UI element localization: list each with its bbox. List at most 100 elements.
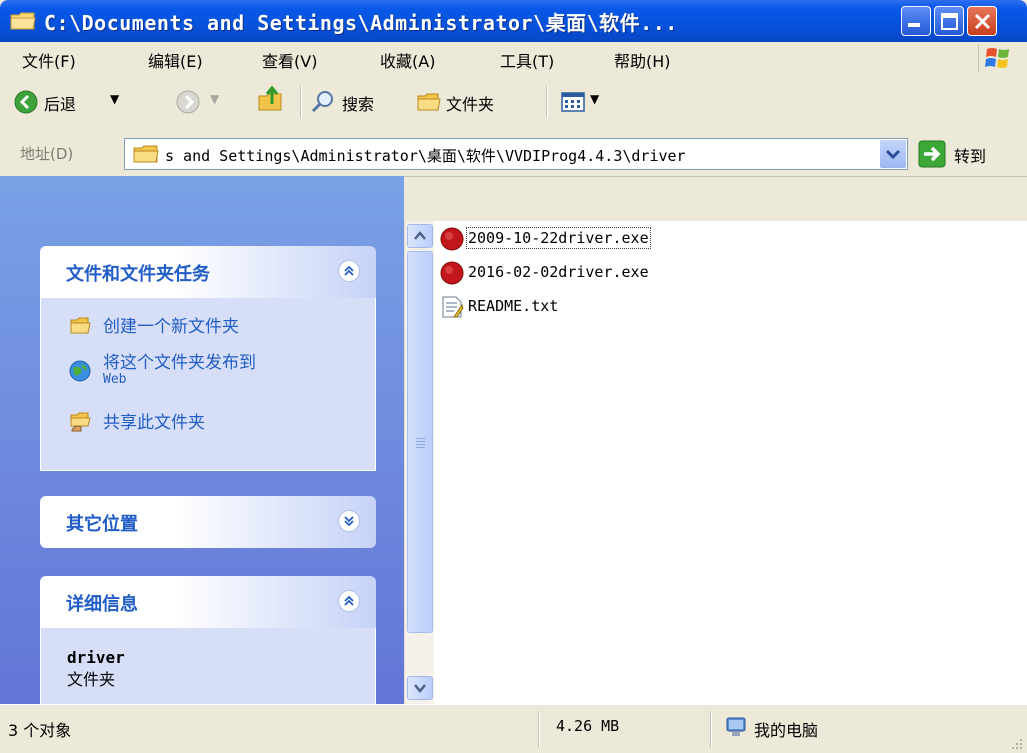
folder-icon xyxy=(133,145,159,163)
back-dropdown-icon[interactable]: ▼ xyxy=(110,92,119,106)
windows-flag-icon xyxy=(985,48,1009,68)
up-folder-icon xyxy=(258,85,282,111)
thumb-grip xyxy=(416,447,425,448)
back-button[interactable]: 后退 ▼ xyxy=(14,86,134,118)
scroll-up-button[interactable] xyxy=(407,224,433,248)
details-type: 文件夹 xyxy=(67,670,116,689)
menu-help[interactable]: 帮助(H) xyxy=(614,48,671,72)
menu-favorites[interactable]: 收藏(A) xyxy=(380,48,435,72)
address-input[interactable]: s and Settings\Administrator\桌面\软件\VVDIP… xyxy=(124,138,908,170)
scroll-thumb[interactable] xyxy=(407,251,433,633)
file-name: 2016-02-02driver.exe xyxy=(468,263,649,281)
go-label: 转到 xyxy=(954,147,987,166)
search-label: 搜索 xyxy=(342,95,375,114)
chevron-up-icon xyxy=(344,595,354,606)
explorer-window: C:\Documents and Settings\Administrator\… xyxy=(0,0,1027,753)
back-label: 后退 xyxy=(44,95,77,114)
views-icon xyxy=(561,92,585,112)
windows-logo xyxy=(978,44,1017,72)
window-title: C:\Documents and Settings\Administrator\… xyxy=(44,11,678,35)
details-panel: 详细信息 driver 文件夹 xyxy=(40,576,376,704)
toolbar-separator xyxy=(546,86,548,118)
publish-web-icon xyxy=(69,360,91,382)
collapse-chevron-icon[interactable] xyxy=(338,590,360,612)
thumb-grip xyxy=(416,444,425,445)
chevron-down-icon xyxy=(414,684,426,693)
task-new-folder[interactable]: 创建一个新文件夹 xyxy=(103,312,239,337)
share-folder-icon xyxy=(70,412,91,432)
title-bar[interactable]: C:\Documents and Settings\Administrator\… xyxy=(0,0,1027,42)
panel-title: 文件和文件夹任务 xyxy=(66,264,210,285)
task-publish-web-line2[interactable]: Web xyxy=(103,372,126,387)
status-separator xyxy=(538,711,540,747)
folders-button[interactable]: 文件夹 xyxy=(416,86,526,118)
folders-icon xyxy=(417,93,441,111)
forward-dropdown-icon[interactable]: ▼ xyxy=(210,92,219,106)
address-value: s and Settings\Administrator\桌面\软件\VVDIP… xyxy=(165,147,686,165)
folder-icon xyxy=(10,12,36,30)
status-size: 4.26 MB xyxy=(556,717,620,735)
task-share-folder[interactable]: 共享此文件夹 xyxy=(103,408,205,433)
panel-header[interactable]: 文件和文件夹任务 xyxy=(40,246,376,298)
search-icon xyxy=(311,91,333,113)
menu-bar: 文件(F) 编辑(E) 查看(V) 收藏(A) 工具(T) 帮助(H) xyxy=(0,42,1027,75)
menu-tools[interactable]: 工具(T) xyxy=(500,48,554,72)
panel-body: driver 文件夹 xyxy=(40,628,376,704)
file-folder-tasks-panel: 文件和文件夹任务 创建一个新文件夹 将这个文件夹发布到 Web 共享此文件夹 xyxy=(40,246,376,471)
up-folder-button[interactable] xyxy=(256,84,290,118)
status-location: 我的电脑 xyxy=(754,721,819,740)
forward-button[interactable]: ▼ xyxy=(176,86,246,118)
panel-title: 详细信息 xyxy=(66,594,138,615)
chevron-down-icon xyxy=(344,516,354,527)
other-places-panel: 其它位置 xyxy=(40,496,376,548)
my-computer-icon xyxy=(726,717,746,736)
file-list: 2009-10-22driver.exe 2016-02-02driver.ex… xyxy=(434,221,1027,704)
address-label: 地址(D) xyxy=(20,145,74,163)
go-arrow-icon xyxy=(918,140,946,168)
menu-view[interactable]: 查看(V) xyxy=(262,48,317,72)
minimize-button[interactable] xyxy=(901,6,931,36)
back-icon xyxy=(14,90,38,114)
new-folder-icon xyxy=(70,317,91,334)
thumb-grip xyxy=(416,441,425,442)
panel-header[interactable]: 详细信息 xyxy=(40,576,376,628)
chevron-up-icon xyxy=(344,265,354,276)
views-button[interactable]: ▼ xyxy=(560,86,614,118)
toolbar-separator xyxy=(300,86,302,118)
panel-title: 其它位置 xyxy=(66,514,138,535)
status-separator xyxy=(710,711,712,747)
collapse-chevron-icon[interactable] xyxy=(338,260,360,282)
file-name: README.txt xyxy=(468,297,559,315)
status-object-count: 3 个对象 xyxy=(8,721,72,740)
address-dropdown-button[interactable] xyxy=(880,140,906,168)
close-icon xyxy=(974,13,991,30)
close-button[interactable] xyxy=(967,6,997,36)
file-name: 2009-10-22driver.exe xyxy=(466,227,651,249)
maximize-button[interactable] xyxy=(934,6,964,36)
task-publish-web[interactable]: 将这个文件夹发布到 xyxy=(103,348,256,373)
resize-grip-icon[interactable] xyxy=(1009,736,1023,750)
status-bar: 3 个对象 4.26 MB 我的电脑 xyxy=(0,704,1027,753)
menu-edit[interactable]: 编辑(E) xyxy=(148,48,203,72)
menu-file[interactable]: 文件(F) xyxy=(22,48,76,72)
panel-header[interactable]: 其它位置 xyxy=(40,496,376,548)
text-file-icon xyxy=(442,296,464,318)
exe-red-icon xyxy=(440,227,464,251)
standard-toolbar: 后退 ▼ ▼ 搜索 文件夹 ▼ xyxy=(0,74,1027,131)
task-pane: 文件和文件夹任务 创建一个新文件夹 将这个文件夹发布到 Web 共享此文件夹 其… xyxy=(0,176,404,704)
details-name: driver xyxy=(67,648,125,667)
thumb-grip xyxy=(416,438,425,439)
search-button[interactable]: 搜索 xyxy=(310,86,410,118)
expand-chevron-icon[interactable] xyxy=(338,510,360,532)
chevron-up-icon xyxy=(414,231,426,240)
vertical-scrollbar[interactable] xyxy=(404,221,435,704)
chevron-down-icon xyxy=(885,149,901,160)
address-bar: 地址(D) s and Settings\Administrator\桌面\软件… xyxy=(0,130,1027,177)
maximize-icon xyxy=(941,13,958,30)
scroll-down-button[interactable] xyxy=(407,676,433,700)
folders-label: 文件夹 xyxy=(446,95,495,114)
go-button[interactable]: 转到 xyxy=(918,140,1018,168)
views-dropdown-icon[interactable]: ▼ xyxy=(590,92,599,106)
exe-red-icon xyxy=(440,261,464,285)
minimize-icon xyxy=(908,23,920,27)
